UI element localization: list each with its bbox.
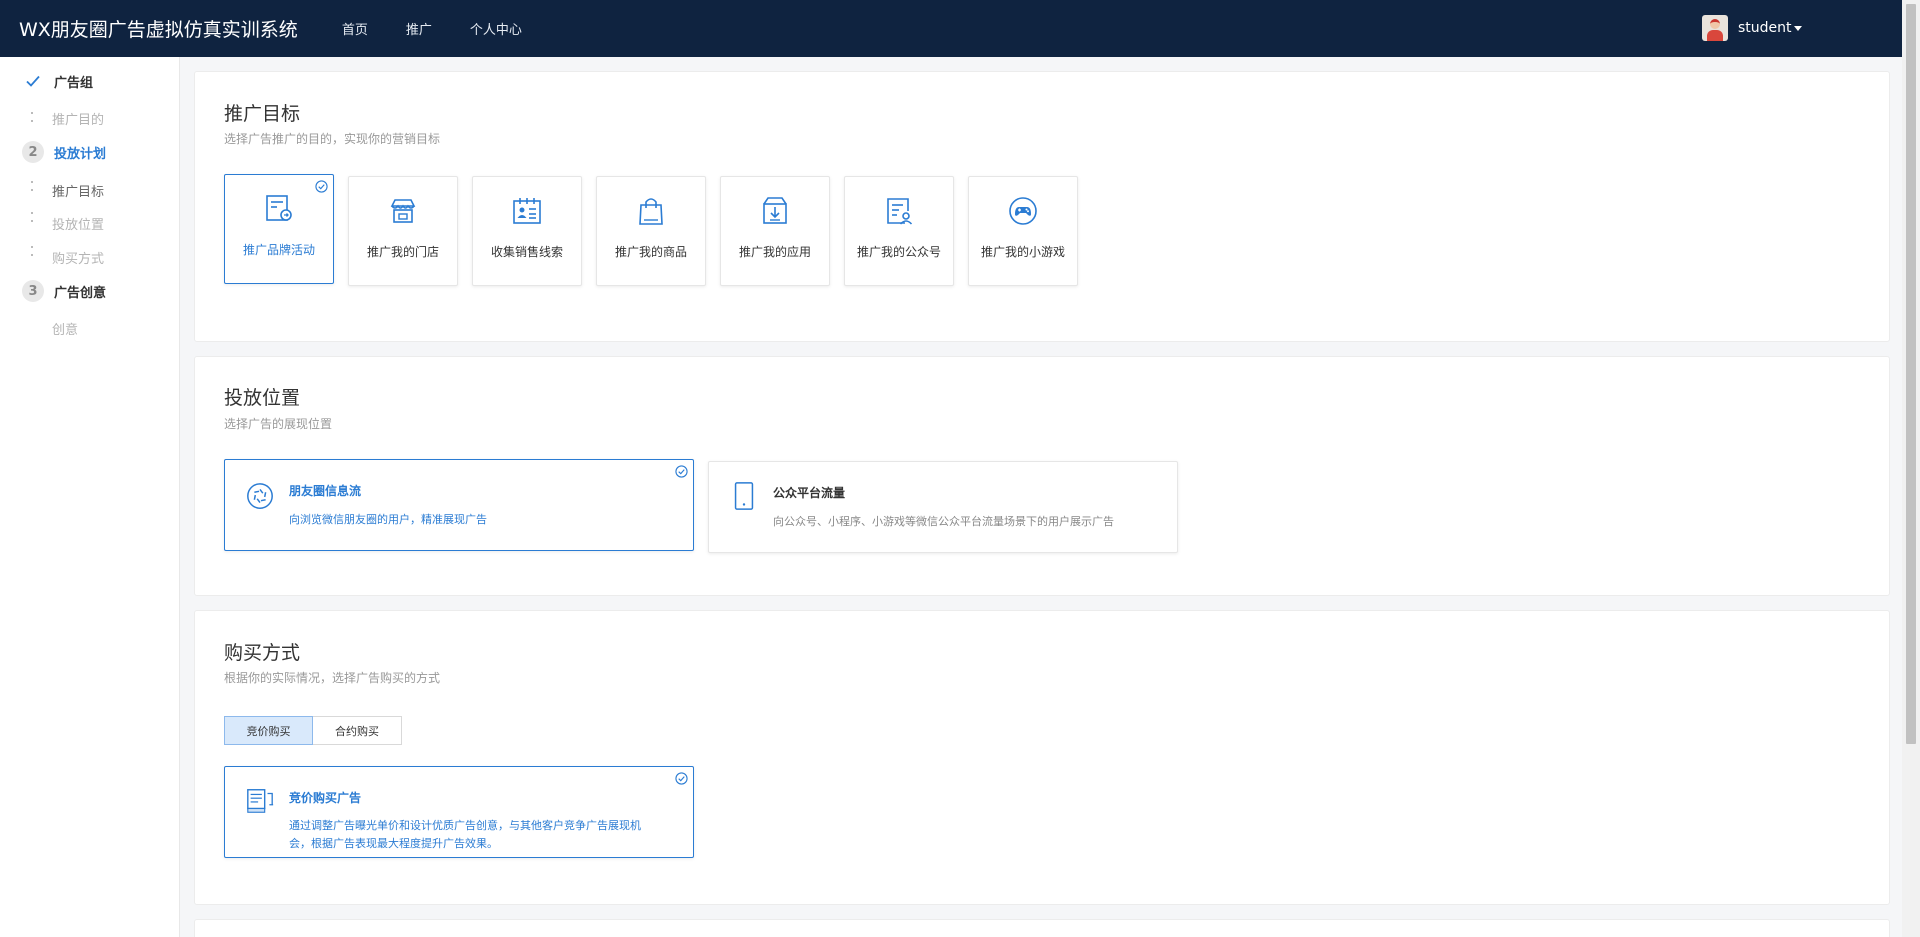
brand-activity-icon [266, 195, 292, 221]
sidebar-item-creative[interactable]: 创意 [52, 319, 78, 338]
nav-profile[interactable]: 个人中心 [470, 19, 522, 38]
purchase-title: 竞价购买广告 [289, 791, 362, 805]
section-desc: 根据你的实际情况，选择广告购买的方式 [224, 671, 441, 685]
sidebar-item-placement[interactable]: 投放位置 [52, 214, 104, 233]
top-navbar: WX朋友圈广告虚拟仿真实训系统 首页 推广 个人中心 student [0, 0, 1902, 57]
placement-desc: 向浏览微信朋友圈的用户，精准展现广告 [289, 513, 487, 526]
check-circle-icon [675, 772, 688, 785]
goal-option-app[interactable]: 推广我的应用 [720, 176, 830, 286]
section-title: 推广目标 [224, 103, 301, 125]
purchase-tabs: 竞价购买 合约购买 [224, 716, 402, 745]
step-number: 2 [22, 141, 44, 163]
goal-label: 收集销售线索 [490, 245, 563, 259]
username[interactable]: student [1738, 20, 1802, 36]
section-title: 投放位置 [224, 387, 301, 409]
step-ad-group[interactable]: 广告组 [22, 70, 93, 92]
purchase-option-bidding[interactable]: 竞价购买广告 通过调整广告曝光单价和设计优质广告创意，与其他客户竞争广告展现机会… [224, 766, 694, 858]
purchase-desc: 通过调整广告曝光单价和设计优质广告创意，与其他客户竞争广告展现机会，根据广告表现… [289, 819, 641, 850]
caret-down-icon [1793, 25, 1802, 31]
goal-option-mini-game[interactable]: 推广我的小游戏 [968, 176, 1078, 286]
section-desc: 选择广告的展现位置 [224, 417, 333, 431]
step-label: 广告创意 [54, 285, 107, 301]
tab-contract[interactable]: 合约购买 [313, 716, 402, 745]
placement-title: 朋友圈信息流 [289, 484, 362, 498]
goal-option-leads[interactable]: 收集销售线索 [472, 176, 582, 286]
step-label: 投放计划 [54, 146, 107, 162]
page-scrollbar[interactable] [1902, 0, 1920, 937]
goal-label: 推广品牌活动 [242, 243, 315, 257]
step-connector [31, 181, 33, 197]
sidebar-item-goal[interactable]: 推广目标 [52, 181, 104, 200]
placement-title: 公众平台流量 [773, 486, 846, 500]
moments-icon [247, 483, 273, 509]
nav-promote[interactable]: 推广 [406, 19, 432, 38]
placement-desc: 向公众号、小程序、小游戏等微信公众平台流量场景下的用户展示广告 [773, 515, 1114, 528]
tablet-icon [734, 482, 754, 510]
check-circle-icon [315, 180, 328, 193]
step-connector [31, 112, 33, 128]
tab-bidding[interactable]: 竞价购买 [224, 716, 313, 745]
goal-option-brand[interactable]: 推广品牌活动 [224, 174, 334, 284]
placement-option-moments[interactable]: 朋友圈信息流 向浏览微信朋友圈的用户，精准展现广告 [224, 459, 694, 551]
placement-option-platform[interactable]: 公众平台流量 向公众号、小程序、小游戏等微信公众平台流量场景下的用户展示广告 [708, 461, 1178, 553]
sidebar-item-purpose[interactable]: 推广目的 [52, 109, 104, 128]
next-card [194, 919, 1890, 937]
user-menu[interactable]: student [1702, 15, 1802, 41]
step-connector [31, 212, 33, 228]
step-plan[interactable]: 2 投放计划 [22, 141, 106, 163]
scrollbar-thumb[interactable] [1906, 4, 1916, 744]
section-title: 购买方式 [224, 642, 301, 664]
goal-card: 推广目标 选择广告推广的目的，实现你的营销目标 推广品牌活动 推广我的门店 收集… [194, 71, 1890, 342]
purchase-card: 购买方式 根据你的实际情况，选择广告购买的方式 竞价购买 合约购买 竞价购买广告… [194, 610, 1890, 905]
section-desc: 选择广告推广的目的，实现你的营销目标 [224, 132, 441, 146]
goal-label: 推广我的商品 [614, 245, 687, 259]
avatar[interactable] [1702, 15, 1728, 41]
goal-label: 推广我的应用 [738, 245, 811, 259]
step-creative[interactable]: 3 广告创意 [22, 280, 106, 302]
goal-option-product[interactable]: 推广我的商品 [596, 176, 706, 286]
app-title[interactable]: WX朋友圈广告虚拟仿真实训系统 [19, 15, 298, 42]
bidding-icon [247, 789, 274, 813]
check-icon [22, 70, 44, 92]
step-connector [31, 246, 33, 262]
goal-label: 推广我的门店 [366, 245, 439, 259]
sidebar-item-purchase[interactable]: 购买方式 [52, 248, 104, 267]
goal-label: 推广我的公众号 [856, 245, 941, 259]
check-circle-icon [675, 465, 688, 478]
sales-leads-icon [513, 198, 541, 224]
step-number: 3 [22, 280, 44, 302]
shopping-bag-icon [639, 198, 663, 225]
goal-label: 推广我的小游戏 [980, 245, 1065, 259]
store-icon [390, 199, 416, 223]
goal-option-store[interactable]: 推广我的门店 [348, 176, 458, 286]
nav-home[interactable]: 首页 [342, 19, 368, 38]
goal-option-official-account[interactable]: 推广我的公众号 [844, 176, 954, 286]
step-label: 广告组 [54, 75, 94, 91]
official-account-icon [887, 198, 913, 225]
step-sidebar: 广告组 推广目的 2 投放计划 推广目标 投放位置 购买方式 3 广告创意 创意 [0, 57, 180, 937]
placement-card: 投放位置 选择广告的展现位置 朋友圈信息流 向浏览微信朋友圈的用户，精准展现广告… [194, 356, 1890, 596]
top-nav: 首页 推广 个人中心 [342, 19, 560, 38]
app-download-icon [763, 197, 787, 224]
gamepad-icon [1009, 197, 1037, 225]
